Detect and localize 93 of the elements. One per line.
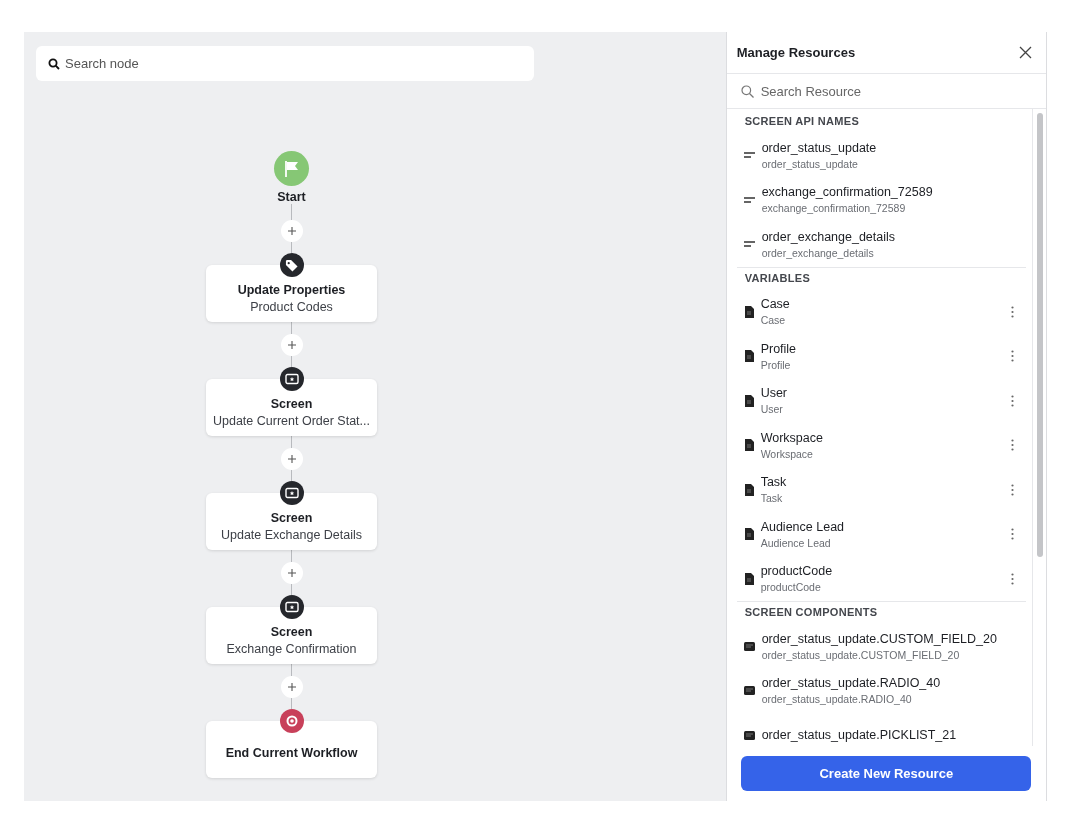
resource-item[interactable]: order_status_update.RADIO_40 order_status_update.RADIO_40 bbox=[736, 668, 1026, 713]
node-title: Screen bbox=[270, 511, 313, 525]
scrollbar-thumb[interactable] bbox=[1036, 113, 1043, 557]
section-heading: VARIABLES bbox=[743, 270, 812, 286]
resource-name: User bbox=[760, 386, 789, 401]
plus-icon bbox=[286, 454, 297, 464]
resource-item[interactable]: order_status_update order_status_update bbox=[736, 133, 1026, 178]
start-label: Start bbox=[277, 190, 306, 204]
resource-name: order_status_update.CUSTOM_FIELD_20 bbox=[761, 631, 998, 646]
lines-icon bbox=[743, 241, 755, 248]
document-icon bbox=[743, 305, 754, 318]
resource-name: Task bbox=[760, 475, 788, 490]
component-icon bbox=[743, 730, 755, 740]
plus-icon bbox=[286, 340, 297, 350]
resource-name: order_status_update.RADIO_40 bbox=[761, 676, 942, 691]
document-icon bbox=[743, 350, 754, 363]
document-icon bbox=[743, 528, 754, 541]
resource-item[interactable]: exchange_confirmation_72589 exchange_confirmation_72589 bbox=[736, 177, 1026, 222]
plus-icon bbox=[286, 682, 297, 692]
resource-api-name: order_status_update bbox=[761, 157, 859, 170]
flow-node-card[interactable]: End Current Workflow bbox=[206, 721, 377, 778]
document-icon bbox=[743, 483, 754, 496]
panel-title: Manage Resources bbox=[736, 45, 856, 60]
search-icon bbox=[48, 58, 60, 70]
resource-name: exchange_confirmation_72589 bbox=[761, 185, 934, 200]
resource-name: Profile bbox=[760, 341, 798, 356]
resource-name: Case bbox=[760, 297, 791, 312]
resource-api-name: Task bbox=[760, 492, 784, 505]
node-title: Screen bbox=[270, 397, 313, 411]
resource-item[interactable]: Case Case bbox=[736, 289, 1026, 334]
resource-api-name: Workspace bbox=[760, 447, 814, 460]
section-heading: SCREEN API NAMES bbox=[743, 114, 861, 129]
add-step-button[interactable] bbox=[280, 448, 303, 470]
tag-icon bbox=[279, 253, 304, 277]
resource-name: order_status_update.PICKLIST_21 bbox=[761, 728, 958, 743]
resource-item[interactable]: order_status_update.PICKLIST_21 bbox=[736, 713, 1026, 746]
resource-api-name: productCode bbox=[760, 581, 822, 594]
node-title: End Current Workflow bbox=[225, 745, 358, 760]
plus-icon bbox=[286, 568, 297, 578]
flow-node-card[interactable]: Screen Update Exchange Details bbox=[206, 493, 377, 550]
screen-icon bbox=[279, 367, 304, 391]
add-step-button[interactable] bbox=[280, 334, 303, 356]
flag-icon[interactable] bbox=[274, 151, 309, 186]
add-step-button[interactable] bbox=[280, 562, 303, 584]
node-subtitle: Exchange Confirmation bbox=[226, 642, 357, 656]
search-node-field[interactable]: Search node bbox=[36, 46, 534, 81]
resource-item[interactable]: Audience Lead Audience Lead bbox=[736, 512, 1026, 557]
create-resource-button[interactable]: Create New Resource bbox=[741, 756, 1032, 791]
flow-node-card[interactable]: Screen Update Current Order Stat... bbox=[206, 379, 377, 436]
flow-node-card[interactable]: Update Properties Product Codes bbox=[206, 265, 377, 322]
resource-item[interactable]: order_exchange_details order_exchange_details bbox=[736, 222, 1026, 267]
resource-api-name: order_status_update.CUSTOM_FIELD_20 bbox=[761, 648, 961, 661]
node-title: Screen bbox=[270, 625, 313, 639]
search-resource-field[interactable]: Search Resource bbox=[726, 74, 1046, 108]
resource-item[interactable]: Profile Profile bbox=[736, 334, 1026, 379]
document-icon bbox=[743, 394, 754, 407]
search-icon bbox=[740, 85, 754, 98]
document-icon bbox=[743, 572, 754, 585]
plus-icon bbox=[286, 226, 297, 236]
resource-api-name: Profile bbox=[760, 358, 792, 371]
node-subtitle: Update Current Order Stat... bbox=[213, 414, 370, 428]
resource-name: order_exchange_details bbox=[761, 229, 897, 244]
component-icon bbox=[743, 686, 755, 696]
node-subtitle: Update Exchange Details bbox=[220, 528, 363, 542]
resource-name: Workspace bbox=[760, 430, 824, 445]
screen-icon bbox=[279, 595, 304, 619]
resource-item[interactable]: User User bbox=[736, 378, 1026, 423]
node-title: Update Properties bbox=[237, 283, 346, 297]
node-subtitle: Product Codes bbox=[250, 300, 333, 314]
lines-icon bbox=[743, 152, 755, 159]
resource-item[interactable]: order_status_update.CUSTOM_FIELD_20 order_status_update.CUSTOM_FIELD_20 bbox=[736, 624, 1026, 669]
resource-item[interactable]: Workspace Workspace bbox=[736, 423, 1026, 468]
section-heading: SCREEN COMPONENTS bbox=[743, 605, 879, 620]
resource-api-name: order_exchange_details bbox=[761, 246, 875, 259]
resource-api-name: Audience Lead bbox=[760, 536, 832, 549]
add-step-button[interactable] bbox=[280, 676, 303, 698]
resource-api-name: order_status_update.RADIO_40 bbox=[761, 693, 913, 706]
close-icon[interactable] bbox=[1019, 46, 1032, 59]
resource-api-name: User bbox=[760, 403, 784, 416]
flow-node-card[interactable]: Screen Exchange Confirmation bbox=[206, 607, 377, 664]
document-icon bbox=[743, 439, 754, 452]
screen-icon bbox=[279, 481, 304, 505]
add-step-button[interactable] bbox=[280, 220, 303, 242]
resource-api-name: exchange_confirmation_72589 bbox=[761, 202, 907, 215]
resource-name: Audience Lead bbox=[760, 519, 846, 534]
resource-name: order_status_update bbox=[761, 140, 878, 155]
stop-icon bbox=[279, 709, 304, 733]
resource-item[interactable]: Task Task bbox=[736, 467, 1026, 512]
resource-api-name: Case bbox=[760, 314, 787, 327]
component-icon bbox=[743, 641, 755, 651]
resource-name: productCode bbox=[760, 564, 834, 579]
lines-icon bbox=[743, 196, 755, 203]
resource-item[interactable]: productCode productCode bbox=[736, 556, 1026, 601]
